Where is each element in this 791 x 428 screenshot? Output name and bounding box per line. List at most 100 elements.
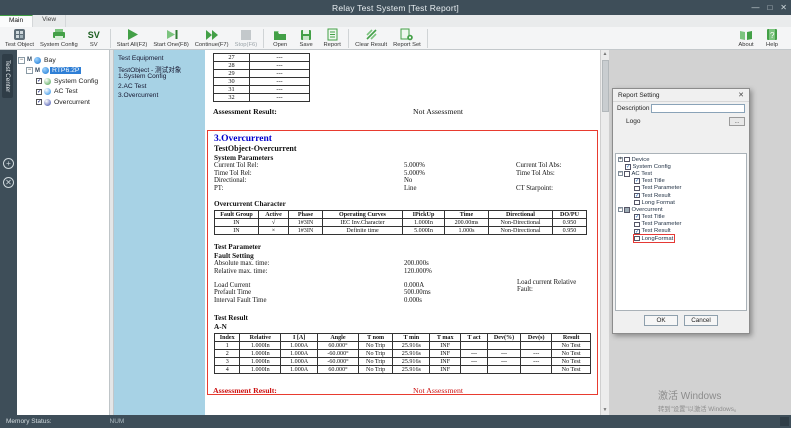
open-button[interactable]: Open: [267, 27, 293, 50]
tree-node-device[interactable]: − M RTP6.2P: [17, 66, 109, 77]
dialog-tree-label[interactable]: Test Result: [642, 228, 671, 234]
system-config-button[interactable]: System Config: [37, 27, 81, 50]
checkbox-icon[interactable]: ✓: [36, 89, 42, 95]
dialog-tree-item-test-result[interactable]: ✓Test Result: [634, 192, 746, 199]
dialog-tree-label[interactable]: Overcurrent: [632, 207, 663, 213]
table-cell: 4: [215, 366, 240, 374]
remove-icon[interactable]: ✕: [3, 177, 14, 188]
scrollbar-thumb[interactable]: [602, 60, 609, 112]
checkbox-icon[interactable]: [634, 200, 640, 206]
checkbox-icon[interactable]: ✓: [36, 99, 42, 105]
dialog-tree-label[interactable]: Test Parameter: [642, 185, 682, 191]
logo-browse-button[interactable]: ...: [729, 117, 745, 126]
dialog-tree-item-ac-test[interactable]: − AC Test: [618, 170, 746, 177]
dialog-tree-item-test-title[interactable]: ✓Test Title: [634, 214, 746, 221]
table-cell: No Trip: [358, 350, 393, 358]
stop-button[interactable]: Stop(F6): [232, 27, 261, 50]
dialog-tree-item-longformat[interactable]: LongFormat: [634, 235, 674, 242]
toc-item[interactable]: TestObject - 测试对象: [118, 64, 205, 73]
save-button[interactable]: Save: [293, 27, 319, 50]
parameter-row: Directional:No: [214, 177, 591, 185]
dialog-tree-item-overcurrent[interactable]: − Overcurrent: [618, 206, 746, 213]
toc-item[interactable]: Test Equipment: [118, 55, 205, 64]
checkbox-icon[interactable]: ✓: [625, 164, 631, 170]
toolbar-group: OpenSaveReport: [267, 27, 345, 50]
table-cell: ---: [461, 358, 488, 366]
toc-item[interactable]: 3.Overcurrent: [118, 92, 205, 101]
collapse-icon[interactable]: −: [18, 57, 25, 64]
ok-button[interactable]: OK: [644, 315, 678, 326]
tree-label[interactable]: Overcurrent: [52, 99, 92, 106]
checkbox-icon[interactable]: [624, 157, 630, 163]
dialog-tree-label[interactable]: Test Parameter: [642, 221, 682, 227]
vertical-scrollbar[interactable]: ▲ ▼: [600, 50, 609, 415]
dialog-tree-label[interactable]: LongFormat: [642, 236, 674, 242]
checkbox-icon[interactable]: [634, 236, 640, 242]
dialog-tree-label[interactable]: Test Title: [642, 214, 665, 220]
dialog-tree-label[interactable]: Test Title: [642, 178, 665, 184]
checkbox-icon[interactable]: ✓: [634, 229, 640, 235]
collapse-icon[interactable]: −: [618, 207, 623, 212]
tree-label[interactable]: System Config: [52, 78, 100, 85]
dialog-tree-label[interactable]: Device: [632, 157, 650, 163]
dialog-tree-item-test-result[interactable]: ✓Test Result: [634, 228, 746, 235]
toc-item[interactable]: 1.System Config: [118, 73, 205, 82]
dialog-tree-item-system-config[interactable]: ✓System Config: [625, 163, 746, 170]
dialog-close-icon[interactable]: ✕: [738, 91, 744, 99]
tree-label[interactable]: AC Test: [52, 88, 80, 95]
dialog-tree-label[interactable]: Test Result: [642, 193, 671, 199]
scroll-up-icon[interactable]: ▲: [601, 50, 609, 59]
dialog-tree-item-device[interactable]: + Device: [618, 156, 746, 163]
minimize-button[interactable]: —: [751, 0, 759, 15]
tree-node-bay[interactable]: − M Bay: [17, 55, 109, 66]
start-one-button[interactable]: Start One(F8): [150, 27, 191, 50]
report-button[interactable]: Report: [319, 27, 345, 50]
checkbox-icon[interactable]: [624, 171, 630, 177]
report-set-label: Report Set: [393, 42, 421, 48]
tree-node-system-config[interactable]: ✓ System Config: [17, 76, 109, 87]
description-input[interactable]: [651, 104, 745, 113]
checkbox-icon[interactable]: ✓: [634, 193, 640, 199]
clear-result-button[interactable]: Clear Result: [352, 27, 390, 50]
checkbox-icon[interactable]: [634, 186, 640, 192]
checkbox-icon[interactable]: [634, 222, 640, 228]
tree-node-ac-test[interactable]: ✓ AC Test: [17, 87, 109, 98]
help-button[interactable]: ?Help: [759, 27, 785, 50]
cancel-button[interactable]: Cancel: [684, 315, 718, 326]
checkbox-icon[interactable]: [624, 207, 630, 213]
collapse-icon[interactable]: −: [26, 67, 33, 74]
report-set-button[interactable]: Report Set: [390, 27, 424, 50]
tab-main[interactable]: Main: [0, 15, 33, 27]
tree-node-overcurrent[interactable]: ✓ Overcurrent: [17, 97, 109, 108]
about-button[interactable]: About: [733, 27, 759, 50]
scroll-down-icon[interactable]: ▼: [601, 406, 609, 415]
test-center-tab[interactable]: Test Center: [2, 54, 13, 98]
dialog-tree-label[interactable]: System Config: [633, 164, 671, 170]
dialog-tree-item-test-title[interactable]: ✓Test Title: [634, 178, 746, 185]
dialog-tree-item-test-parameter[interactable]: Test Parameter: [634, 185, 746, 192]
report-view[interactable]: 27---28---29---30---31---32--- Assessmen…: [205, 50, 600, 415]
maximize-button[interactable]: □: [767, 0, 772, 15]
test-object-button[interactable]: Test Object: [2, 27, 37, 50]
expand-icon[interactable]: +: [618, 157, 623, 162]
table-cell: ---: [521, 350, 552, 358]
add-icon[interactable]: +: [3, 158, 14, 169]
start-all-button[interactable]: Start All(F2): [114, 27, 151, 50]
continue-button[interactable]: Continue(F7): [192, 27, 232, 50]
sv-button[interactable]: SVSV: [81, 27, 107, 50]
tab-view[interactable]: View: [33, 15, 66, 27]
checkbox-icon[interactable]: ✓: [36, 78, 42, 84]
toc-item[interactable]: 2.AC Test: [118, 83, 205, 92]
tree-label-bay[interactable]: Bay: [42, 57, 58, 64]
checkbox-icon[interactable]: ✓: [634, 214, 640, 220]
parameter-value: Line: [404, 185, 516, 193]
close-button[interactable]: ✕: [780, 0, 787, 15]
dialog-tree-item-long-format[interactable]: Long Format: [634, 199, 746, 206]
dialog-tree-label[interactable]: AC Test: [632, 171, 653, 177]
dialog-tree-item-test-parameter[interactable]: Test Parameter: [634, 221, 746, 228]
collapse-icon[interactable]: −: [618, 171, 623, 176]
dialog-tree-label[interactable]: Long Format: [642, 200, 675, 206]
checkbox-icon[interactable]: ✓: [634, 178, 640, 184]
tree-label-device[interactable]: RTP6.2P: [50, 67, 81, 74]
resize-grip[interactable]: [780, 417, 789, 426]
